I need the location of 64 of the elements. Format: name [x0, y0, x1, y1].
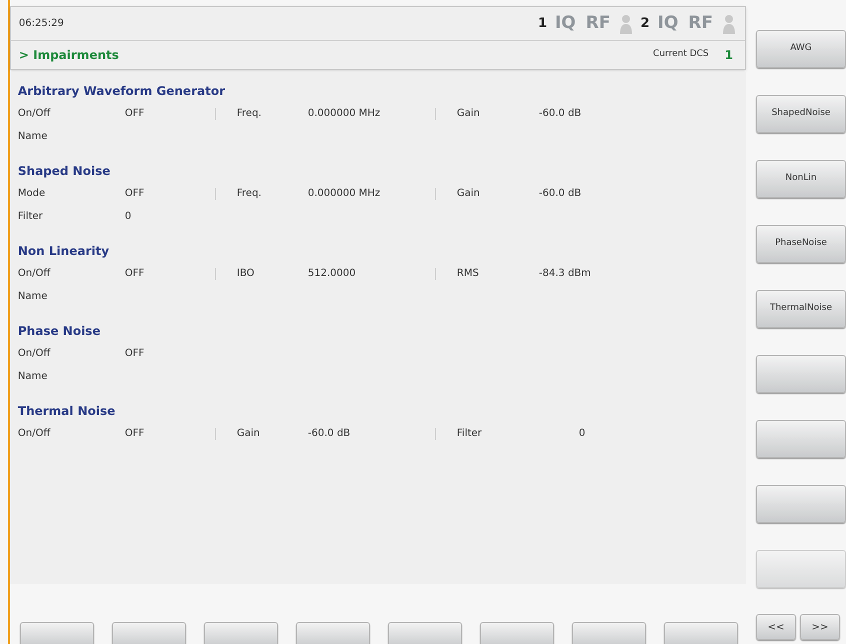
field-label: Name [18, 370, 48, 384]
field-value: OFF [124, 347, 146, 361]
status-indicator: IQ [554, 12, 577, 35]
section-title: Thermal Noise [18, 403, 116, 420]
softkey-button[interactable] [480, 622, 554, 644]
softkey-button[interactable] [296, 622, 370, 644]
unit-number: 1 [538, 14, 547, 33]
field-label: Filter [456, 427, 483, 441]
unit-number: 2 [640, 14, 650, 33]
side-button[interactable]: AWG [756, 30, 846, 68]
status-indicator: RF [687, 12, 714, 35]
side-button[interactable]: ThermalNoise [756, 290, 846, 328]
field-value: 0 [124, 210, 132, 224]
nav-button[interactable]: << [756, 614, 796, 640]
field-value: -60.0 dB [538, 107, 582, 121]
field-label: IBO [236, 267, 256, 281]
softkey-button[interactable] [388, 622, 462, 644]
field-value: 0.000000 MHz [308, 107, 382, 121]
field-label: Gain [456, 107, 481, 121]
section-title: Phase Noise [18, 323, 102, 340]
field-label: Filter [18, 210, 44, 224]
field-value: -60.0 dB [308, 427, 352, 441]
side-button[interactable] [756, 355, 846, 393]
side-button[interactable]: NonLin [756, 160, 846, 198]
field-value: OFF [124, 267, 146, 281]
side-button[interactable] [756, 485, 846, 523]
side-button[interactable] [756, 420, 846, 458]
field-value: OFF [124, 187, 146, 201]
field-label: Name [18, 290, 48, 304]
field-value: 0.000000 MHz [308, 187, 382, 201]
section-title: Non Linearity [18, 243, 110, 260]
field-label: Name [18, 130, 48, 144]
softkey-button[interactable] [112, 622, 186, 644]
field-value: OFF [124, 427, 146, 441]
status-indicator: IQ [656, 12, 680, 35]
section-title: Shaped Noise [18, 163, 112, 180]
field-label: Freq. [236, 107, 262, 121]
softkey-button[interactable] [20, 622, 94, 644]
breadcrumb: > Impairments [18, 47, 119, 64]
field-label: Gain [236, 427, 261, 441]
softkey-button[interactable] [664, 622, 738, 644]
field-label: Gain [456, 187, 481, 201]
field-label: On/Off [18, 427, 52, 441]
field-label: Mode [18, 187, 46, 201]
side-button[interactable]: PhaseNoise [756, 225, 846, 263]
current-dcs-label: Current DCS [653, 48, 709, 62]
field-value: -60.0 dB [538, 187, 582, 201]
clock-time: 06:25:29 [18, 17, 64, 31]
side-button[interactable]: ShapedNoise [756, 95, 846, 133]
nav-button[interactable]: >> [800, 614, 840, 640]
section-title: Arbitrary Waveform Generator [18, 83, 226, 100]
current-dcs-value: 1 [724, 47, 733, 64]
status-indicator: RF [584, 12, 612, 35]
field-value: 0 [578, 427, 586, 441]
field-label: RMS [456, 267, 480, 281]
field-label: Freq. [236, 187, 262, 201]
field-label: On/Off [18, 347, 52, 361]
field-value: 512.0000 [308, 267, 357, 281]
field-label: On/Off [18, 267, 52, 281]
softkey-button[interactable] [204, 622, 278, 644]
field-value: OFF [124, 107, 146, 121]
field-label: On/Off [18, 107, 52, 121]
softkey-button[interactable] [572, 622, 646, 644]
field-value: -84.3 dBm [538, 267, 592, 281]
